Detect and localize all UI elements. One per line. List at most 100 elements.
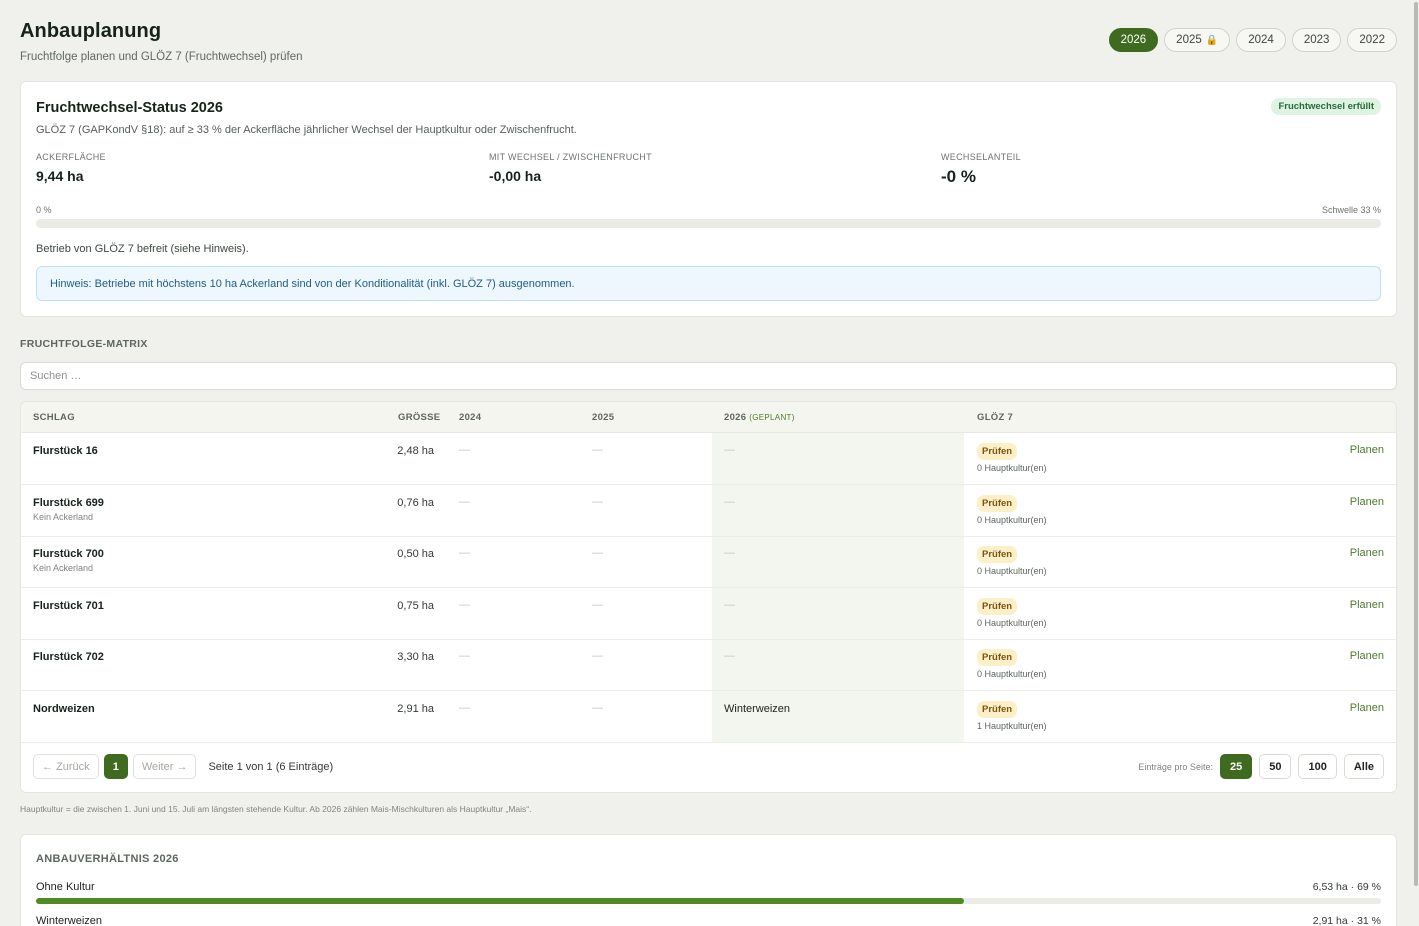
ratio-bar — [36, 898, 1381, 904]
crop-2026[interactable]: — — [724, 650, 735, 662]
year-tab-2025[interactable]: 2025 🔒 — [1164, 28, 1231, 52]
table-row: Flurstück 699 Kein Ackerland 0,76 ha — — — Prü… — [21, 485, 1396, 537]
year-label: 2024 — [1248, 34, 1274, 46]
plan-link[interactable]: Planen — [1350, 444, 1384, 456]
table-row: Flurstück 701 0,75 ha — — — Prüfen 0 Hauptkult… — [21, 588, 1396, 640]
lock-icon: 🔒 — [1205, 34, 1219, 46]
progress-min-label: 0 % — [36, 205, 52, 215]
year-tab-2023[interactable]: 2023 — [1291, 28, 1342, 52]
next-page-button[interactable]: Weiter → — [132, 754, 197, 779]
year-tab-2024[interactable]: 2024 — [1236, 28, 1286, 52]
plan-link[interactable]: Planen — [1350, 547, 1384, 559]
exempt-text: Betrieb von GLÖZ 7 befreit (siehe Hinwei… — [36, 243, 249, 255]
stat-change-share: Wechselanteil -0 % — [941, 152, 1021, 187]
field-size: 2,48 ha — [397, 445, 434, 457]
stat-with-change: Mit Wechsel / Zwischenfrucht -0,00 ha — [489, 152, 652, 184]
crop-2026[interactable]: — — [724, 496, 735, 508]
check-badge: Prüfen — [977, 546, 1018, 563]
crop-2024: — — [459, 495, 470, 508]
field-note: Kein Ackerland — [33, 511, 94, 522]
stat-arable-area: Ackerfläche 9,44 ha — [36, 152, 106, 184]
stat-label: Wechselanteil — [941, 152, 1021, 162]
crop-2025: — — [592, 701, 603, 714]
col-header-2026: 2026 (geplant) — [724, 412, 795, 423]
ratio-crop-label: Winterweizen — [36, 915, 103, 926]
main-crop-count: 0 Hauptkultur(en) — [977, 669, 1047, 679]
col-header-gloez: GLÖZ 7 — [977, 412, 1014, 423]
matrix-footnote: Hauptkultur = die zwischen 1. Juni und 1… — [20, 804, 532, 814]
crop-2026[interactable]: — — [724, 444, 735, 456]
check-badge: Prüfen — [977, 700, 1018, 718]
stat-label: Mit Wechsel / Zwischenfrucht — [489, 152, 652, 162]
per-page-selector: Einträge pro Seite: 25 50 100 Alle — [1138, 754, 1384, 779]
ratio-bar-fill — [36, 898, 965, 904]
per-page-option-100[interactable]: 100 — [1298, 754, 1337, 779]
page-scrollbar[interactable] — [1413, 0, 1419, 926]
field-size: 3,30 ha — [397, 651, 434, 663]
crop-2024: — — [459, 650, 470, 662]
year-label: 2022 — [1359, 34, 1385, 46]
search-input[interactable] — [20, 362, 1397, 390]
crop-2026[interactable]: — — [724, 599, 735, 611]
pagination: ← Zurück 1 Weiter → Seite 1 von 1 (6 Ein… — [33, 754, 333, 779]
stat-value: 9,44 ha — [36, 168, 84, 184]
crop-2024: — — [459, 701, 470, 714]
check-badge: Prüfen — [977, 443, 1018, 460]
year-label: 2026 — [1120, 34, 1147, 46]
year-selector: 2026 2025 🔒 2024 2023 2022 — [1108, 28, 1397, 52]
per-page-label: Einträge pro Seite: — [1138, 761, 1213, 772]
per-page-option-alle[interactable]: Alle — [1343, 754, 1384, 779]
field-name: Flurstück 699 — [33, 496, 104, 509]
year-tab-2026[interactable]: 2026 — [1108, 28, 1159, 52]
prev-page-button[interactable]: ← Zurück — [33, 754, 99, 779]
field-size: 2,91 ha — [397, 702, 434, 715]
crop-ratio-card: Anbauverhältnis 2026 Ohne Kultur 6,53 ha … — [20, 834, 1397, 926]
stat-label: Ackerfläche — [36, 152, 106, 162]
page-title: Anbauplanung — [20, 20, 162, 42]
page-info: Seite 1 von 1 (6 Einträge) — [208, 760, 334, 773]
field-size: 0,75 ha — [397, 599, 434, 612]
page-header: Anbauplanung Fruchtfolge planen und GLÖZ… — [20, 20, 303, 63]
progress-threshold-label: Schwelle 33 % — [1321, 205, 1381, 215]
status-title: Fruchtwechsel-Status 2026 — [36, 100, 223, 116]
year-tab-2022[interactable]: 2022 — [1347, 28, 1397, 52]
per-page-option-25[interactable]: 25 — [1219, 754, 1253, 779]
plan-link[interactable]: Planen — [1350, 650, 1384, 662]
col-header-size: Größe — [398, 412, 441, 423]
check-badge: Prüfen — [977, 494, 1018, 512]
scrollbar-thumb[interactable] — [1414, 2, 1418, 886]
hint-text: Hinweis: Betriebe mit höchstens 10 ha Ac… — [50, 277, 575, 290]
col-header-2025: 2025 — [592, 412, 615, 423]
rotation-status-card: Fruchtwechsel-Status 2026 Fruchtwechsel … — [20, 81, 1397, 317]
plan-link[interactable]: Planen — [1350, 599, 1384, 611]
page-1-button[interactable]: 1 — [103, 754, 128, 779]
rotation-progress-bar — [36, 219, 1381, 228]
year-label: 2023 — [1303, 34, 1330, 46]
col-header-2024: 2024 — [459, 412, 482, 423]
plan-link[interactable]: Planen — [1350, 702, 1384, 714]
ratio-crop-value: 6,53 ha · 69 % — [1312, 881, 1381, 893]
table-row: Flurstück 16 2,48 ha — — — Prüfen 0 Hauptkultu… — [21, 433, 1396, 485]
matrix-section-title: Fruchtfolge-Matrix — [20, 338, 148, 350]
ratio-crop-value: 2,91 ha · 31 % — [1312, 915, 1381, 926]
field-size: 0,50 ha — [397, 548, 434, 560]
table-row: Flurstück 702 3,30 ha — — — Prüfen 0 Hauptkult… — [21, 639, 1396, 691]
plan-link[interactable]: Planen — [1350, 496, 1384, 508]
crop-2026[interactable]: Winterweizen — [724, 703, 790, 715]
field-name: Flurstück 16 — [33, 445, 98, 457]
per-page-option-50[interactable]: 50 — [1259, 754, 1292, 779]
field-name: Flurstück 702 — [33, 651, 104, 663]
hint-box: Hinweis: Betriebe mit höchstens 10 ha Ac… — [36, 266, 1381, 301]
main-crop-count: 0 Hauptkultur(en) — [977, 514, 1047, 525]
status-badge: Fruchtwechsel erfüllt — [1271, 98, 1381, 115]
crop-2024: — — [459, 547, 470, 559]
main-crop-count: 0 Hauptkultur(en) — [977, 463, 1047, 473]
col-2026-year: 2026 — [724, 412, 747, 423]
main-crop-count: 0 Hauptkultur(en) — [977, 617, 1047, 628]
ratio-row: Ohne Kultur 6,53 ha · 69 % — [36, 881, 1381, 915]
crop-2025: — — [592, 495, 603, 508]
crop-2026[interactable]: — — [724, 547, 735, 559]
ratio-title: Anbauverhältnis 2026 — [36, 853, 179, 865]
crop-2024: — — [459, 444, 470, 456]
crop-2025: — — [592, 547, 603, 559]
